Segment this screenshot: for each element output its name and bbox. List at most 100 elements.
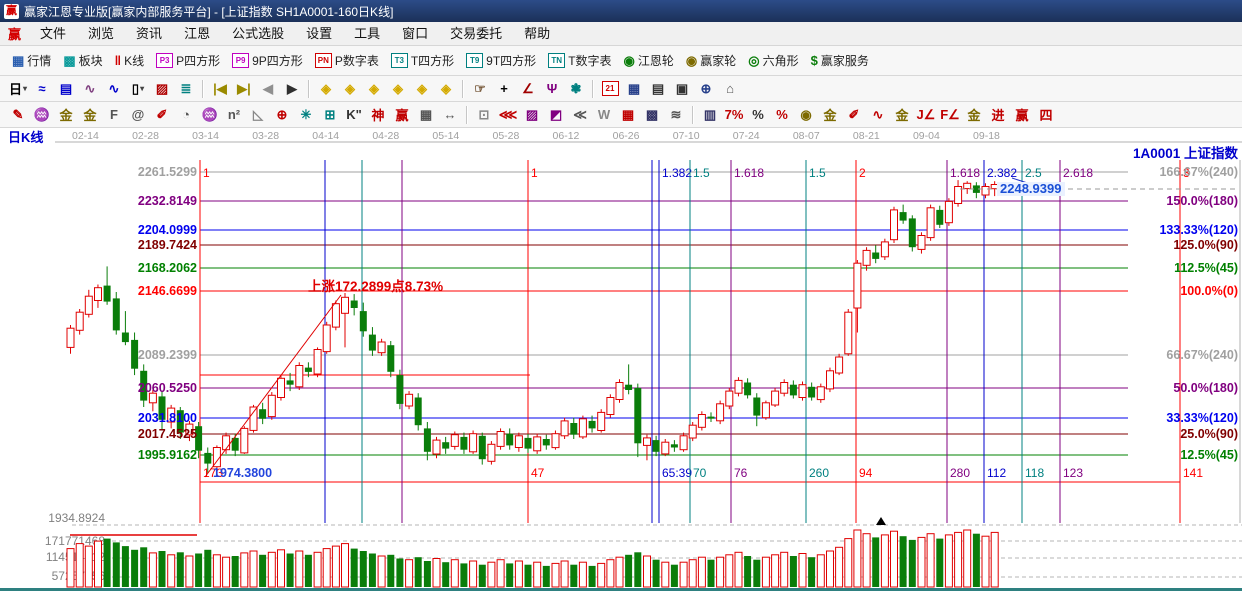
menu-item-0[interactable]: 文件 bbox=[29, 23, 77, 45]
gann-square-icon[interactable]: ▨ bbox=[520, 104, 544, 126]
menu-item-2[interactable]: 资讯 bbox=[125, 23, 173, 45]
remote-tool-icon[interactable]: ⌂ bbox=[718, 78, 742, 100]
gann-box-icon[interactable]: ◩ bbox=[544, 104, 568, 126]
blue-grid-icon[interactable]: ▩ bbox=[640, 104, 664, 126]
volume-profile-tool-icon[interactable]: ≣ bbox=[174, 78, 198, 100]
network-tool-icon[interactable]: ⊕ bbox=[694, 78, 718, 100]
toolbar-button-winner-wheel[interactable]: ◉赢家轮 bbox=[680, 50, 742, 71]
toolbar-button-hexagon[interactable]: ◎六角形 bbox=[742, 50, 804, 71]
v-pattern-icon[interactable]: W bbox=[592, 104, 616, 126]
gold-circle-icon[interactable]: ◉ bbox=[794, 104, 818, 126]
toolbar-button-sectors[interactable]: ▩板块 bbox=[57, 50, 108, 71]
gann-diamond-x-icon[interactable]: ◈ bbox=[386, 78, 410, 100]
candle-style-dropdown-icon[interactable]: ▯▾ bbox=[126, 78, 150, 100]
chart-canvas[interactable]: 02-1402-2803-1403-2804-1404-2805-1405-28… bbox=[0, 128, 1242, 591]
wave-line-icon[interactable]: ∿ bbox=[866, 104, 890, 126]
note-tool-icon[interactable]: ▤ bbox=[54, 78, 78, 100]
window-grid-icon[interactable]: ⊡ bbox=[472, 104, 496, 126]
gold-angle-icon[interactable]: 金 bbox=[962, 104, 986, 126]
percent-line-icon[interactable]: % bbox=[770, 104, 794, 126]
toolbar-button-9p-square[interactable]: P99P四方形 bbox=[226, 50, 309, 71]
percent-strike-icon[interactable]: 7% bbox=[722, 104, 746, 126]
grid-123-icon[interactable]: ▦ bbox=[414, 104, 438, 126]
menu-item-1[interactable]: 浏览 bbox=[77, 23, 125, 45]
next-bar-icon[interactable]: ▶ bbox=[280, 78, 304, 100]
circle-cross-icon[interactable]: ⊕ bbox=[270, 104, 294, 126]
pen-ruler-icon[interactable]: ✐ bbox=[150, 104, 174, 126]
svg-text:07-10: 07-10 bbox=[673, 130, 700, 142]
draw-pen-icon[interactable]: ✎ bbox=[6, 104, 30, 126]
pattern-box-tool-icon[interactable]: ▨ bbox=[150, 78, 174, 100]
scale-ruler-icon[interactable]: ♒ bbox=[30, 104, 54, 126]
menu-item-5[interactable]: 设置 bbox=[295, 23, 343, 45]
f-angle-icon[interactable]: F∠ bbox=[938, 104, 962, 126]
gann-diamond-star-icon[interactable]: ◈ bbox=[434, 78, 458, 100]
fan-lines-2-icon[interactable]: ≪ bbox=[568, 104, 592, 126]
prev-bar-icon[interactable]: ◀ bbox=[256, 78, 280, 100]
candle-style-dropdown-dropdown-arrow: ▾ bbox=[140, 84, 144, 93]
hand-tool-icon[interactable]: ☞ bbox=[468, 78, 492, 100]
angle-line-tool-icon[interactable]: ∠ bbox=[516, 78, 540, 100]
menu-item-6[interactable]: 工具 bbox=[343, 23, 391, 45]
save-tool-icon[interactable]: ▣ bbox=[670, 78, 694, 100]
menu-item-9[interactable]: 帮助 bbox=[513, 23, 561, 45]
percent-icon[interactable]: % bbox=[746, 104, 770, 126]
menu-item-4[interactable]: 公式选股 bbox=[221, 23, 295, 45]
span-arrows-icon[interactable]: ↔ bbox=[438, 104, 462, 126]
spiral-tool-icon[interactable]: @ bbox=[126, 104, 150, 126]
gold-line-icon[interactable]: 金 bbox=[818, 104, 842, 126]
jin-angle-icon[interactable]: 进 bbox=[986, 104, 1010, 126]
gann-diamond-left-icon[interactable]: ◈ bbox=[314, 78, 338, 100]
parallel-lines-icon[interactable]: ≋ bbox=[664, 104, 688, 126]
wave3-tool-icon[interactable]: ∿ bbox=[78, 78, 102, 100]
toolbar-button-p-number-table[interactable]: PNP数字表 bbox=[309, 50, 385, 71]
crosshair-tool-icon[interactable]: + bbox=[492, 78, 516, 100]
toolbar-button-9t-square[interactable]: T99T四方形 bbox=[460, 50, 542, 71]
star-circle-icon[interactable]: ✳ bbox=[294, 104, 318, 126]
menu-item-3[interactable]: 江恩 bbox=[173, 23, 221, 45]
gann-shape-tool-icon[interactable]: Ψ bbox=[540, 78, 564, 100]
gold-scale-1-icon[interactable]: 金 bbox=[54, 104, 78, 126]
gann-diamond-plus-icon[interactable]: ◈ bbox=[410, 78, 434, 100]
ruler-tool-icon[interactable]: ♒ bbox=[198, 104, 222, 126]
last-bar-icon[interactable]: ▶| bbox=[232, 78, 256, 100]
toolbar-button-t-number-table[interactable]: TNT数字表 bbox=[542, 50, 617, 71]
gann-diamond-right-icon[interactable]: ◈ bbox=[338, 78, 362, 100]
shen-tool-icon[interactable]: 神 bbox=[366, 104, 390, 126]
angle-measure-icon[interactable]: ◺ bbox=[246, 104, 270, 126]
si-angle-icon[interactable]: 四 bbox=[1034, 104, 1058, 126]
toolbar-button-quotes[interactable]: ▦行情 bbox=[6, 50, 57, 71]
gann-wheel-icon: ◉ bbox=[624, 53, 635, 68]
ying-angle-icon[interactable]: 赢 bbox=[1010, 104, 1034, 126]
brush-tool-icon[interactable]: ✐ bbox=[842, 104, 866, 126]
calendar-tool-icon[interactable]: 21 bbox=[598, 78, 622, 100]
red-grid-icon[interactable]: ▦ bbox=[616, 104, 640, 126]
fan-lines-icon[interactable]: ⋘ bbox=[496, 104, 520, 126]
toolbar-button-kline[interactable]: ‖K线 bbox=[109, 50, 150, 71]
toolbar-button-p-square[interactable]: P3P四方形 bbox=[150, 50, 226, 71]
report-tool-icon[interactable]: ▤ bbox=[646, 78, 670, 100]
n-square-tool-icon[interactable]: n² bbox=[222, 104, 246, 126]
gann-diamond-h-icon[interactable]: ◈ bbox=[362, 78, 386, 100]
period-dropdown-icon[interactable]: 日▾ bbox=[6, 78, 30, 100]
gold-angle-0-icon[interactable]: 金 bbox=[890, 104, 914, 126]
k-quote-icon[interactable]: K" bbox=[342, 104, 366, 126]
j-angle-icon[interactable]: J∠ bbox=[914, 104, 938, 126]
gold-scale-2-icon[interactable]: 金 bbox=[78, 104, 102, 126]
ying-tool-icon[interactable]: 赢 bbox=[390, 104, 414, 126]
toolbar-button-winner-service[interactable]: $赢家服务 bbox=[805, 50, 875, 71]
calculator-tool-icon[interactable]: ▦ bbox=[622, 78, 646, 100]
stats-panel-icon[interactable]: ▥ bbox=[698, 104, 722, 126]
pattern-search-tool-icon[interactable]: ❃ bbox=[564, 78, 588, 100]
time-circle-icon[interactable]: ◔ bbox=[174, 104, 198, 126]
trend-line[interactable] bbox=[205, 295, 341, 477]
menu-item-7[interactable]: 窗口 bbox=[391, 23, 439, 45]
f-scale-icon[interactable]: F bbox=[102, 104, 126, 126]
toolbar-button-t-square[interactable]: T3T四方形 bbox=[385, 50, 460, 71]
freehand-line-icon[interactable]: ≈ bbox=[30, 78, 54, 100]
toolbar-button-gann-wheel[interactable]: ◉江恩轮 bbox=[618, 50, 680, 71]
wave9-tool-icon[interactable]: ∿ bbox=[102, 78, 126, 100]
first-bar-icon[interactable]: |◀ bbox=[208, 78, 232, 100]
grid-box-icon[interactable]: ⊞ bbox=[318, 104, 342, 126]
menu-item-8[interactable]: 交易委托 bbox=[439, 23, 513, 45]
